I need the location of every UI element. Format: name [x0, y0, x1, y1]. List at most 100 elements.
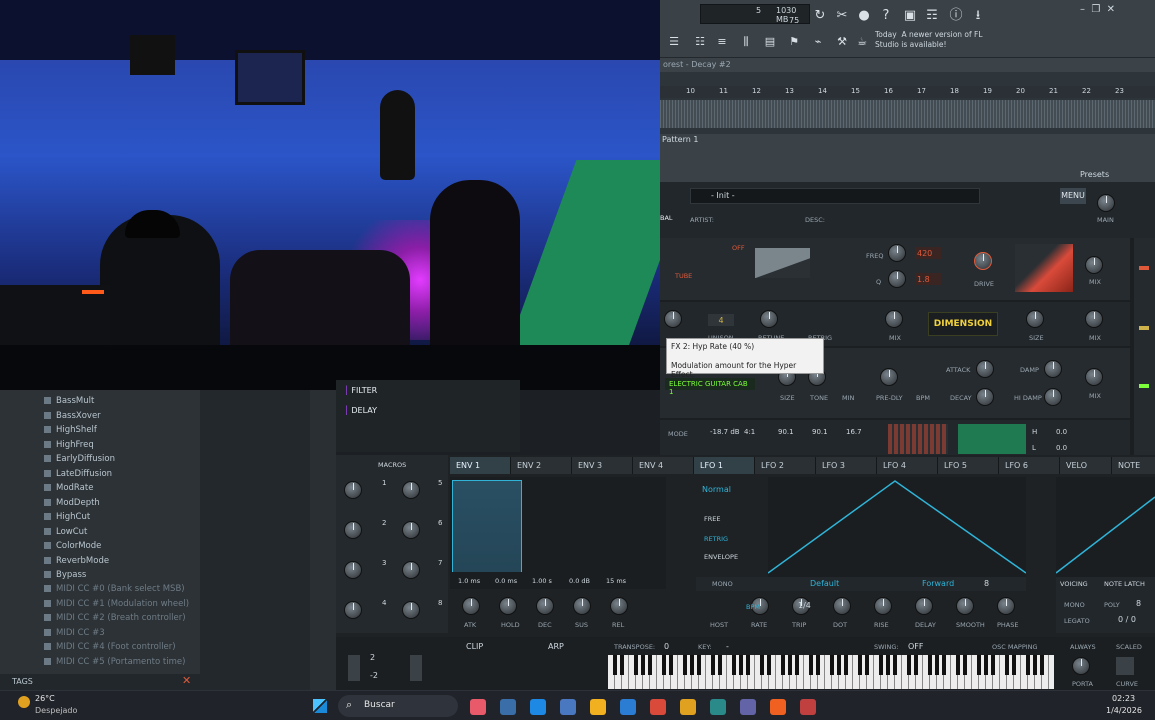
dimension-active-indicator[interactable]	[1139, 326, 1149, 330]
decay-knob[interactable]	[976, 388, 994, 406]
envelope-knob[interactable]	[499, 597, 517, 615]
black-key[interactable]	[942, 655, 946, 675]
info-icon[interactable]: ⓘ	[946, 6, 966, 26]
mixer-insert-rail[interactable]	[310, 390, 336, 690]
envelope-value[interactable]: 1.0 ms	[458, 577, 480, 585]
black-key[interactable]	[795, 655, 799, 675]
plugin-icon[interactable]: ⚑	[784, 32, 804, 52]
porta-knob[interactable]	[1072, 657, 1090, 675]
filter-active-indicator[interactable]	[1139, 266, 1149, 270]
mod-tab[interactable]: LFO 4	[877, 457, 938, 474]
black-key[interactable]	[977, 655, 981, 675]
browser-item[interactable]: ReverbMode	[44, 556, 109, 570]
edge-icon[interactable]	[530, 699, 546, 715]
black-key[interactable]	[781, 655, 785, 675]
lfo-direction[interactable]: Forward	[922, 579, 954, 588]
poly-value[interactable]: 8	[1136, 599, 1141, 608]
lfo-graph[interactable]	[768, 477, 1026, 577]
browser-item[interactable]: BassXover	[44, 411, 101, 425]
freq-knob[interactable]	[888, 244, 906, 262]
black-key[interactable]	[613, 655, 617, 675]
attack-knob[interactable]	[976, 360, 994, 378]
black-key[interactable]	[718, 655, 722, 675]
chrome-icon[interactable]	[680, 699, 696, 715]
mic-icon[interactable]: ●	[854, 6, 874, 26]
compressor-value[interactable]: 16.7	[846, 428, 862, 436]
mod-tab[interactable]: LFO 2	[755, 457, 816, 474]
folder-icon[interactable]	[590, 699, 606, 715]
black-key[interactable]	[732, 655, 736, 675]
black-key[interactable]	[928, 655, 932, 675]
midi-cc-item[interactable]: MIDI CC #1 (Modulation wheel)	[44, 599, 189, 613]
mod-tab[interactable]: ENV 4	[633, 457, 694, 474]
browser-item[interactable]: Bypass	[44, 570, 86, 584]
lfo-mode[interactable]: Normal	[702, 485, 731, 494]
window-controls[interactable]: – ❐ ✕	[1080, 4, 1155, 18]
cart-icon[interactable]: ☕	[852, 32, 872, 52]
timeline-ruler[interactable]: 10 11 12 13 14 15 16 17 18 19 20 21 22 23	[660, 86, 1155, 98]
black-key[interactable]	[648, 655, 652, 675]
browser-item[interactable]: EarlyDiffusion	[44, 454, 115, 468]
lfo-mono[interactable]: MONO	[712, 580, 733, 588]
help-icon[interactable]: ?	[876, 6, 896, 26]
outlook-icon[interactable]	[620, 699, 636, 715]
pattern-track[interactable]: Pattern 1	[660, 134, 1155, 168]
search-box[interactable]: ⌕ Buscar	[338, 695, 458, 717]
reverb-active-indicator[interactable]	[1139, 384, 1149, 388]
pitch-bend-down[interactable]: -2	[370, 671, 378, 680]
compressor-value[interactable]: 90.1	[812, 428, 828, 436]
fl-studio-icon[interactable]	[770, 699, 786, 715]
compressor-value[interactable]: -18.7 dB	[710, 428, 740, 436]
compressor-value[interactable]: 4:1	[744, 428, 755, 436]
lfo-retrig[interactable]: RETRIG	[704, 535, 728, 543]
envelope-shape[interactable]	[452, 480, 522, 572]
envelope-knob[interactable]	[573, 597, 591, 615]
black-key[interactable]	[697, 655, 701, 675]
black-key[interactable]	[1040, 655, 1044, 675]
envelope-value[interactable]: 0.0 ms	[495, 577, 517, 585]
envelope-display[interactable]: 1.0 ms 0.0 ms 1.00 s 0.0 dB 15 ms	[450, 477, 666, 589]
clock-time[interactable]: 02:23	[1112, 694, 1135, 703]
pitch-bend-up[interactable]: 2	[370, 653, 375, 662]
freq-value[interactable]: 420	[915, 247, 941, 259]
black-key[interactable]	[788, 655, 792, 675]
windows-start-icon[interactable]	[313, 699, 327, 713]
reverb-mix-knob[interactable]	[1085, 368, 1103, 386]
voicing-mono[interactable]: MONO	[1064, 601, 1085, 609]
black-key[interactable]	[837, 655, 841, 675]
recording-icon[interactable]	[800, 699, 816, 715]
piano-keyboard[interactable]	[608, 655, 1054, 689]
black-key[interactable]	[1005, 655, 1009, 675]
velo-display[interactable]	[1055, 477, 1155, 577]
fx-delay[interactable]: │ DELAY	[344, 406, 377, 415]
macro-knob[interactable]	[402, 561, 420, 579]
menu-button[interactable]: MENU	[1060, 188, 1086, 204]
dimension-mix-knob[interactable]	[1085, 310, 1103, 328]
black-key[interactable]	[914, 655, 918, 675]
fx-filter[interactable]: │ FILTER	[344, 386, 377, 395]
piano-roll-icon[interactable]: ☷	[690, 32, 710, 52]
file-explorer-icon[interactable]	[500, 699, 516, 715]
black-key[interactable]	[935, 655, 939, 675]
update-notice[interactable]: Today A newer version of FL Studio is av…	[875, 30, 995, 54]
mod-wheel[interactable]	[410, 655, 422, 681]
mod-tab[interactable]: VELO	[1060, 457, 1112, 474]
q-value[interactable]: 1.8	[915, 273, 941, 285]
black-key[interactable]	[739, 655, 743, 675]
game-app-icon[interactable]	[470, 699, 486, 715]
black-key[interactable]	[830, 655, 834, 675]
browser-item[interactable]: ColorMode	[44, 541, 101, 555]
mod-tab[interactable]: LFO 5	[938, 457, 999, 474]
compressor-value[interactable]: 90.1	[778, 428, 794, 436]
lfo-knob[interactable]	[874, 597, 892, 615]
mod-tab[interactable]: ENV 2	[511, 457, 572, 474]
black-key[interactable]	[816, 655, 820, 675]
black-key[interactable]	[963, 655, 967, 675]
swing-value[interactable]: OFF	[908, 642, 924, 651]
envelope-knob[interactable]	[610, 597, 628, 615]
porta-scaled[interactable]: SCALED	[1116, 643, 1142, 651]
midi-cc-item[interactable]: MIDI CC #4 (Foot controller)	[44, 642, 176, 656]
black-key[interactable]	[907, 655, 911, 675]
main-volume-knob[interactable]	[1097, 194, 1115, 212]
black-key[interactable]	[893, 655, 897, 675]
